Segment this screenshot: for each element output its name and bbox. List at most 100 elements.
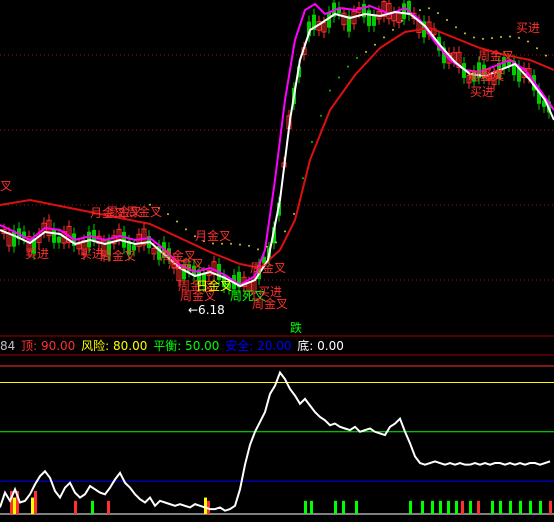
sar-dot <box>374 43 376 46</box>
sar-dot <box>464 32 466 35</box>
annotation-label-20: 周金叉 <box>478 48 514 63</box>
signal-bar-1 <box>13 497 16 514</box>
annotation-label-6: 周金叉 <box>100 248 136 263</box>
legend-item-3: 平衡: 50.00 <box>153 339 220 353</box>
candle-body-80 <box>402 3 406 20</box>
signal-bar-26 <box>509 500 512 514</box>
stock-chart: 叉月金叉周金叉周金叉买进 买进周金叉月金叉周金叉周金叉周金叉周金叉日金叉周死叉买进… <box>0 0 554 515</box>
ma-white-line <box>0 10 554 288</box>
signal-bar-15 <box>409 500 412 514</box>
legend-item-1: 顶: 90.00 <box>21 339 76 353</box>
annotation-label-7: 月金叉 <box>195 228 231 243</box>
signal-bar-5 <box>74 500 77 514</box>
signal-bar-27 <box>519 500 522 514</box>
sar-dot <box>230 242 232 245</box>
sar-dot <box>509 35 511 38</box>
sar-dot <box>329 89 331 92</box>
signal-bar-8 <box>204 497 207 514</box>
sar-dot <box>275 241 277 244</box>
candle-body-10 <box>52 228 56 243</box>
signal-bar-4 <box>34 490 37 514</box>
signal-bar-3 <box>31 497 34 514</box>
signal-bar-13 <box>342 500 345 514</box>
indicator-legend: 84 顶: 90.00 风险: 80.00 平衡: 50.00 安全: 20.0… <box>0 337 346 355</box>
signal-bar-23 <box>477 500 480 514</box>
signal-bar-22 <box>469 500 472 514</box>
sar-dot <box>347 65 349 68</box>
annotation-label-22: ←6.18 <box>188 303 225 317</box>
sar-dot <box>185 228 187 231</box>
sar-dot <box>473 36 475 39</box>
annotation-label-18: 买进 <box>480 67 504 81</box>
signal-bar-11 <box>310 500 313 514</box>
sar-dot <box>500 35 502 38</box>
candle-body-18 <box>92 229 96 241</box>
sar-dot <box>545 54 547 57</box>
annotation-label-0: 叉 <box>0 179 12 193</box>
sar-dot <box>356 56 358 59</box>
signal-bar-17 <box>431 500 434 514</box>
sar-dot <box>167 213 169 216</box>
sar-dot <box>491 37 493 40</box>
signal-bar-10 <box>304 500 307 514</box>
sar-dot <box>257 248 259 251</box>
annotation-label-16: 周金叉 <box>250 260 286 275</box>
sar-dot <box>410 13 412 16</box>
annotation-label-9: 周金叉 <box>168 256 204 271</box>
annotation-label-21: 买进 <box>516 21 540 35</box>
sar-dot <box>401 19 403 22</box>
legend-item-0: 84 <box>0 339 16 353</box>
sar-dot <box>248 244 250 247</box>
indicator-panel <box>0 335 554 515</box>
sar-dot <box>221 242 223 245</box>
sar-dot <box>176 220 178 223</box>
signal-bar-30 <box>549 500 552 514</box>
sar-dot <box>392 28 394 31</box>
signal-bar-18 <box>439 500 442 514</box>
sar-dot <box>311 140 313 143</box>
annotation-label-19: 买进 <box>470 85 494 99</box>
candle-body-74 <box>372 15 376 26</box>
signal-bar-20 <box>455 500 458 514</box>
sar-dot <box>518 36 520 39</box>
sar-dot <box>527 40 529 43</box>
annotation-label-4: 买进 <box>25 247 49 261</box>
sar-dot <box>455 26 457 29</box>
price-panel: 叉月金叉周金叉周金叉买进 买进周金叉月金叉周金叉周金叉周金叉周金叉日金叉周死叉买进… <box>0 0 554 335</box>
signal-bar-12 <box>334 500 337 514</box>
annotation-label-3: 周金叉 <box>126 204 162 219</box>
signal-bar-25 <box>499 500 502 514</box>
annotation-label-23: 跌 <box>290 320 302 335</box>
sar-dot <box>428 7 430 10</box>
candle-body-11 <box>57 236 61 243</box>
sar-dot <box>446 19 448 22</box>
signal-bar-14 <box>355 500 358 514</box>
annotation-label-12: 日金叉 <box>196 278 232 293</box>
legend-item-5: 底: 0.00 <box>297 339 344 353</box>
ma-red-line <box>0 26 554 270</box>
sar-dot <box>437 12 439 15</box>
signal-bar-29 <box>539 500 542 514</box>
legend-item-2: 风险: 80.00 <box>81 339 148 353</box>
sar-dot <box>419 9 421 12</box>
signal-bar-19 <box>447 500 450 514</box>
signal-bar-7 <box>107 500 110 514</box>
sar-dot <box>266 245 268 248</box>
signal-bar-24 <box>491 500 494 514</box>
sar-dot <box>365 50 367 53</box>
candle-body-73 <box>367 10 371 27</box>
signal-bar-6 <box>91 500 94 514</box>
sar-dot <box>320 114 322 117</box>
annotation-label-15: 周金叉 <box>252 296 288 311</box>
oscillator-line <box>0 370 551 512</box>
sar-dot <box>383 36 385 39</box>
sar-dot <box>338 76 340 79</box>
signal-bar-21 <box>461 500 464 514</box>
signal-bar-28 <box>529 500 532 514</box>
sar-dot <box>536 47 538 50</box>
sar-dot <box>239 243 241 246</box>
sar-dot <box>482 37 484 40</box>
legend-item-4: 安全: 20.00 <box>225 339 292 353</box>
sar-dot <box>293 212 295 215</box>
signal-bar-16 <box>421 500 424 514</box>
